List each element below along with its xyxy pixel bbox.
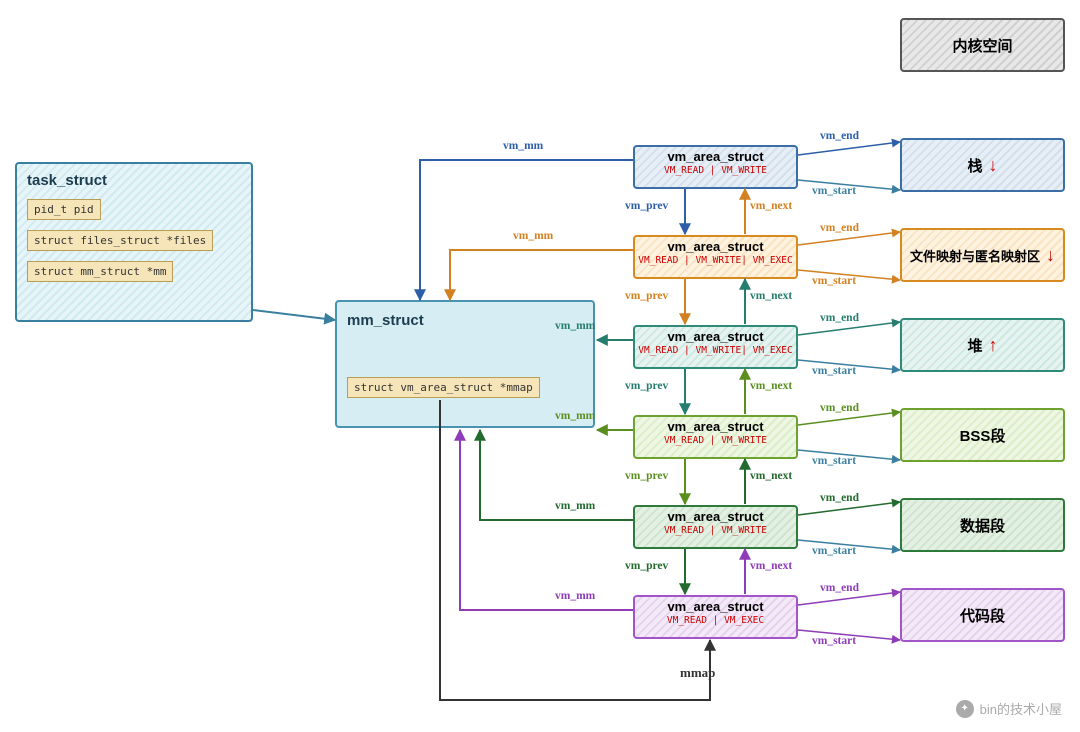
arrow-up-icon: ↑	[989, 335, 998, 356]
lbl-prev: vm_prev	[625, 560, 668, 572]
vma-data: vm_area_structVM_READ | VM_WRITE	[633, 505, 798, 549]
vma-text: vm_area_structVM_READ | VM_EXEC	[633, 595, 798, 639]
task-struct-title: task_struct	[27, 172, 241, 189]
region-bss: BSS段	[900, 408, 1065, 462]
field-mmap: struct vm_area_struct *mmap	[347, 377, 540, 398]
lbl-vmmm: vm_mm	[513, 230, 553, 242]
mm-struct-title: mm_struct	[347, 312, 583, 329]
vma-stack: vm_area_structVM_READ | VM_WRITE	[633, 145, 798, 189]
region-text: 代码段	[900, 588, 1065, 642]
lbl-next: vm_next	[750, 290, 792, 302]
lbl-end: vm_end	[820, 130, 859, 142]
wechat-icon: ✦	[956, 700, 974, 718]
region-heap: 堆↑	[900, 318, 1065, 372]
vma-bss: vm_area_structVM_READ | VM_WRITE	[633, 415, 798, 459]
lbl-vmmm: vm_mm	[555, 320, 595, 332]
lbl-vmmm: vm_mm	[555, 410, 595, 422]
lbl-end: vm_end	[820, 492, 859, 504]
lbl-start: vm_start	[812, 365, 856, 377]
vma-heap: vm_area_structVM_READ | VM_WRITE| VM_EXE…	[633, 325, 798, 369]
lbl-next: vm_next	[750, 470, 792, 482]
region-data: 数据段	[900, 498, 1065, 552]
region-kernel: 内核空间	[900, 18, 1065, 72]
lbl-vmmm: vm_mm	[555, 590, 595, 602]
field-pid: pid_t pid	[27, 199, 101, 220]
lbl-next: vm_next	[750, 200, 792, 212]
watermark: ✦ bin的技术小屋	[956, 699, 1062, 718]
lbl-mmap: mmap	[680, 665, 715, 681]
arrow-down-icon: ↓	[989, 155, 998, 176]
region-stack: 栈↓	[900, 138, 1065, 192]
lbl-prev: vm_prev	[625, 380, 668, 392]
lbl-start: vm_start	[812, 185, 856, 197]
lbl-prev: vm_prev	[625, 200, 668, 212]
lbl-start: vm_start	[812, 455, 856, 467]
lbl-prev: vm_prev	[625, 290, 668, 302]
field-files: struct files_struct *files	[27, 230, 213, 251]
lbl-next: vm_next	[750, 380, 792, 392]
task-struct-box: task_struct pid_t pid struct files_struc…	[15, 162, 253, 322]
lbl-end: vm_end	[820, 312, 859, 324]
field-mm: struct mm_struct *mm	[27, 261, 173, 282]
lbl-prev: vm_prev	[625, 470, 668, 482]
lbl-end: vm_end	[820, 582, 859, 594]
lbl-next: vm_next	[750, 560, 792, 572]
lbl-vmmm: vm_mm	[555, 500, 595, 512]
region-mmap: 文件映射与匿名映射区↓	[900, 228, 1065, 282]
lbl-start: vm_start	[812, 275, 856, 287]
lbl-end: vm_end	[820, 222, 859, 234]
vma-mmap: vm_area_structVM_READ | VM_WRITE| VM_EXE…	[633, 235, 798, 279]
lbl-end: vm_end	[820, 402, 859, 414]
lbl-start: vm_start	[812, 635, 856, 647]
arrow-down-icon: ↓	[1046, 245, 1055, 266]
lbl-start: vm_start	[812, 545, 856, 557]
lbl-vmmm: vm_mm	[503, 140, 543, 152]
